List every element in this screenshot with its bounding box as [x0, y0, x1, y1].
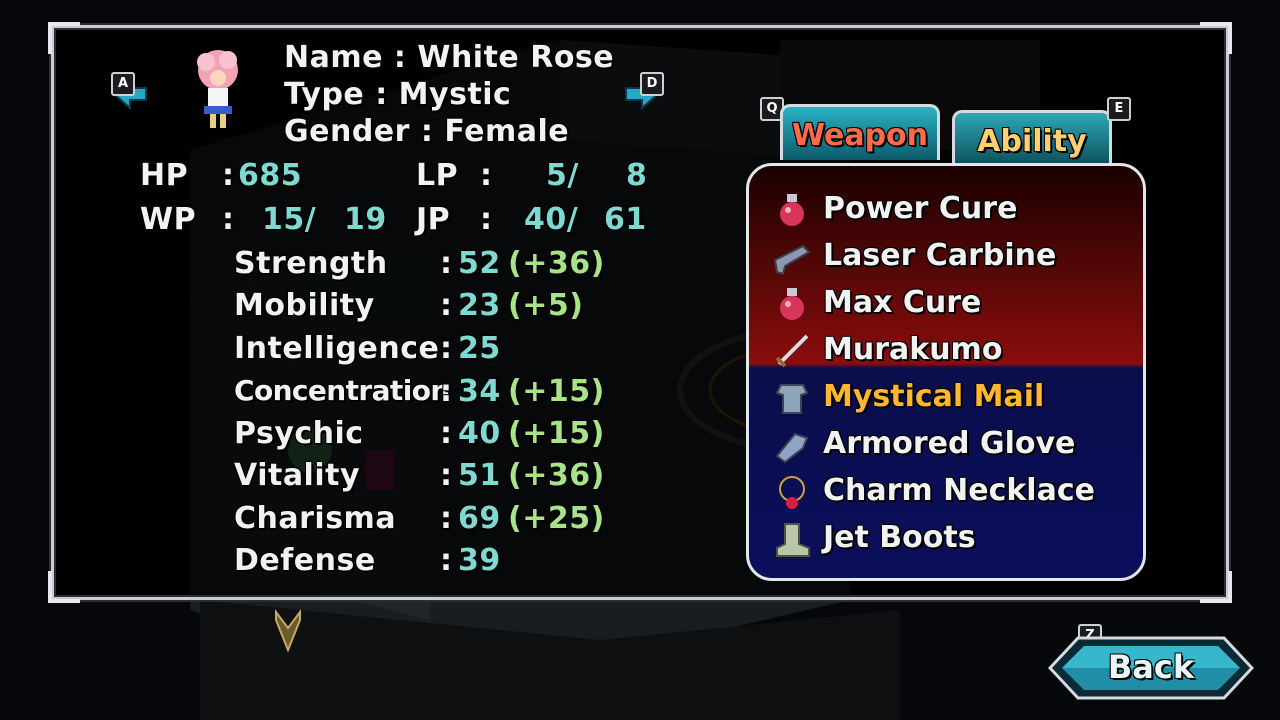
list-item[interactable]: Murakumo	[773, 328, 1133, 374]
list-item[interactable]: Max Cure	[773, 281, 1133, 327]
frame-corner	[1200, 22, 1232, 54]
glove-icon	[775, 432, 809, 464]
wp-label: WP	[140, 202, 197, 237]
stat-label: Strength	[234, 246, 388, 281]
type-row: Type : Mystic	[284, 77, 512, 112]
key-hint-d: D	[640, 72, 664, 96]
frame-corner	[48, 22, 80, 54]
name-label: Name	[284, 40, 383, 75]
item-label: Laser Carbine	[823, 238, 1057, 273]
equipment-list: Power Cure Laser Carbine Max Cure Muraku…	[746, 163, 1146, 581]
wp-max: 19	[344, 202, 387, 237]
tab-ability[interactable]: Ability	[952, 110, 1112, 166]
gender-row: Gender : Female	[284, 114, 570, 149]
gender-label: Gender	[284, 114, 410, 149]
stat-bonus: (+15)	[508, 416, 605, 451]
armor-icon	[775, 384, 809, 414]
jp-max: 61	[604, 202, 647, 237]
list-item[interactable]: Jet Boots	[773, 516, 1133, 562]
tab-weapon[interactable]: Weapon	[780, 104, 940, 160]
hp-value: 685	[238, 158, 303, 193]
stat-bonus: (+36)	[508, 246, 605, 281]
sword-icon	[775, 334, 809, 368]
back-button-label: Back	[1107, 648, 1195, 686]
back-button[interactable]: Back	[1048, 636, 1254, 700]
chevron-down-icon	[275, 609, 301, 653]
item-label: Armored Glove	[823, 426, 1076, 461]
character-gender: Female	[444, 114, 570, 149]
lp-max: 8	[626, 158, 648, 193]
list-item[interactable]: Power Cure	[773, 187, 1133, 233]
item-label: Charm Necklace	[823, 473, 1095, 508]
lp-label: LP	[416, 158, 459, 193]
frame-corner	[1200, 571, 1232, 603]
wp-current: 15/	[262, 202, 317, 237]
type-label: Type	[284, 77, 365, 112]
character-sprite-icon	[197, 50, 238, 128]
item-label: Jet Boots	[823, 520, 976, 555]
character-portrait	[192, 48, 244, 132]
frame-corner	[48, 571, 80, 603]
stat-value: 51	[458, 458, 501, 493]
boots-icon	[776, 523, 810, 557]
character-type: Mystic	[398, 77, 512, 112]
stat-bonus: (+5)	[508, 288, 584, 323]
hp-label: HP	[140, 158, 189, 193]
character-name: White Rose	[417, 40, 615, 75]
stat-value: 25	[458, 331, 501, 366]
name-row: Name : White Rose	[284, 40, 615, 75]
lp-current: 5/	[546, 158, 579, 193]
stat-value: 23	[458, 288, 501, 323]
item-label: Murakumo	[823, 332, 1003, 367]
item-label: Mystical Mail	[823, 379, 1045, 414]
key-hint-a: A	[111, 72, 135, 96]
stat-value: 40	[458, 416, 501, 451]
stat-value: 34	[458, 374, 501, 409]
list-item[interactable]: Charm Necklace	[773, 469, 1133, 515]
stat-label: Mobility	[234, 288, 375, 323]
potion-icon	[780, 288, 804, 320]
list-item[interactable]: Armored Glove	[773, 422, 1133, 468]
item-label: Max Cure	[823, 285, 982, 320]
stat-bonus: (+25)	[508, 501, 605, 536]
scroll-down-indicator[interactable]	[274, 606, 302, 654]
list-item[interactable]: Laser Carbine	[773, 234, 1133, 280]
gun-icon	[773, 244, 811, 276]
necklace-icon	[779, 476, 805, 509]
stat-value: 69	[458, 501, 501, 536]
stat-bonus: (+15)	[508, 374, 605, 409]
stat-bonus: (+36)	[508, 458, 605, 493]
stat-label: Concentration	[234, 374, 450, 407]
stat-value: 52	[458, 246, 501, 281]
stat-label: Charisma	[234, 501, 397, 536]
stat-label: Intelligence	[234, 331, 440, 366]
stat-value: 39	[458, 543, 501, 578]
key-hint-e: E	[1107, 97, 1131, 121]
list-item-selected[interactable]: Mystical Mail	[773, 375, 1133, 421]
stat-label: Psychic	[234, 416, 364, 451]
stat-label: Vitality	[234, 458, 361, 493]
jp-label: JP	[416, 202, 451, 237]
stat-label: Defense	[234, 543, 376, 578]
jp-current: 40/	[524, 202, 579, 237]
item-label: Power Cure	[823, 191, 1018, 226]
potion-icon	[780, 194, 804, 226]
